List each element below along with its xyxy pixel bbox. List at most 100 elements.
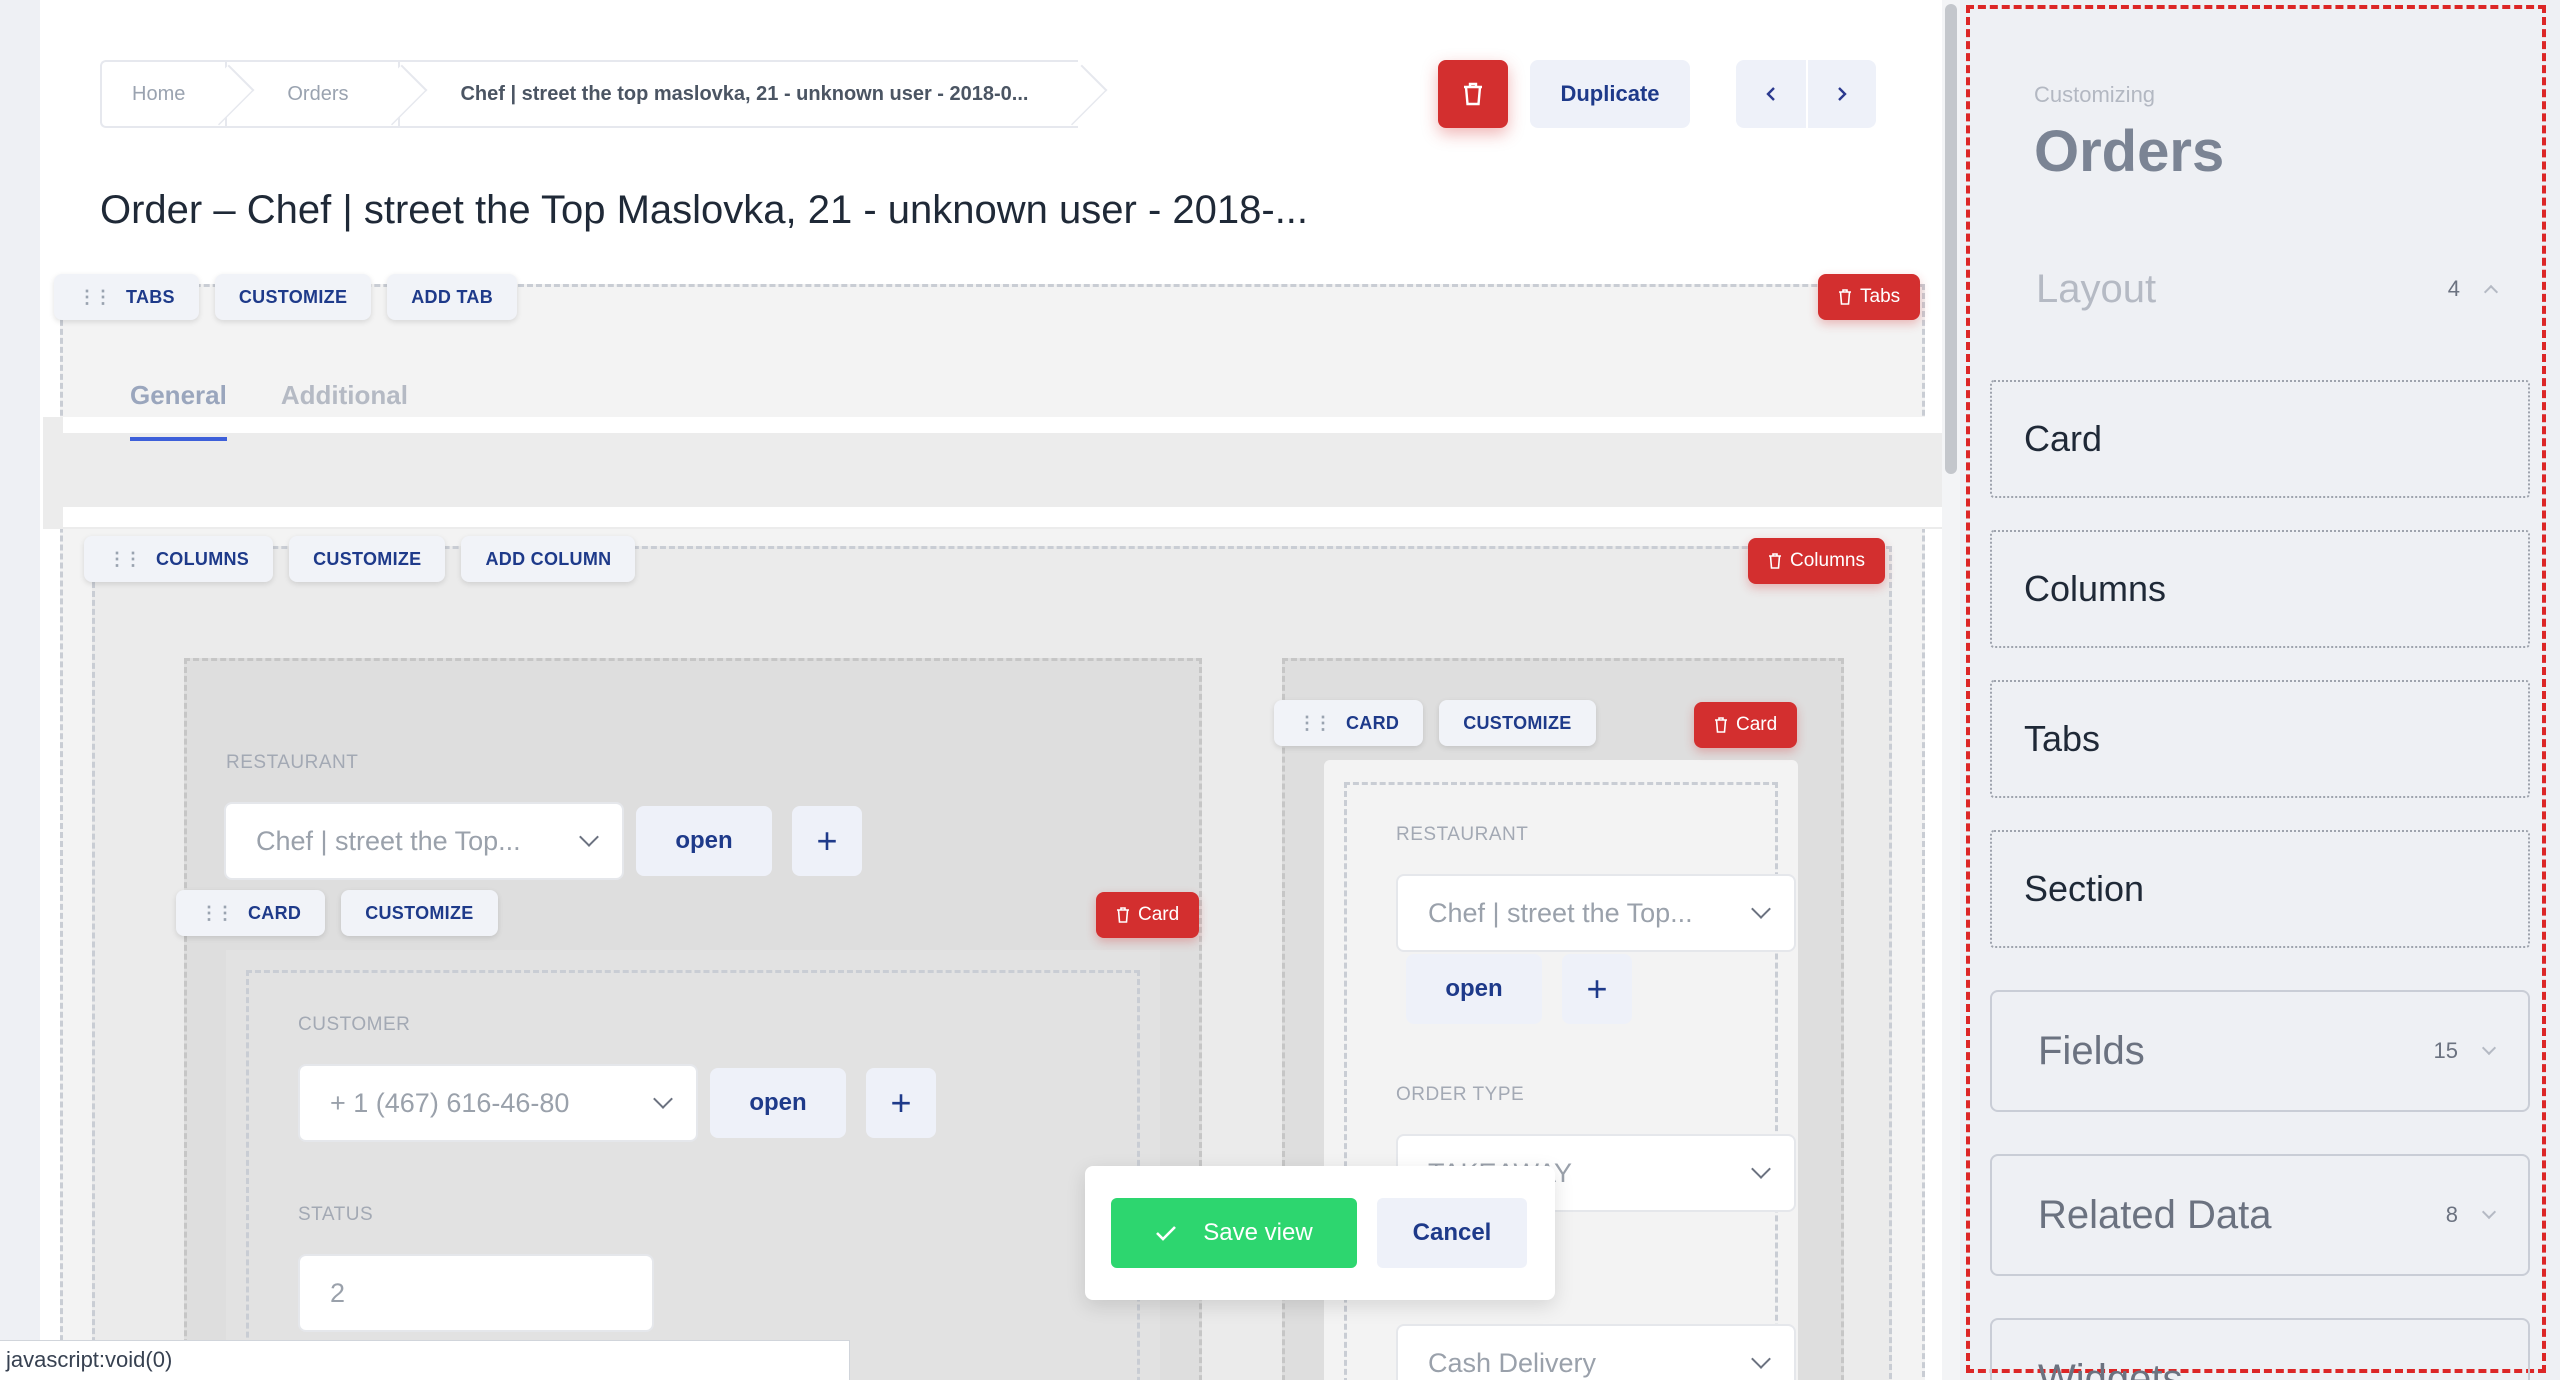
columns-tag-label: COLUMNS (156, 548, 250, 569)
tabs-tag-label: TABS (126, 286, 175, 307)
trash-icon (1715, 717, 1727, 733)
chevron-right-icon (1838, 87, 1847, 101)
layout-count-badge: 4 (2447, 276, 2460, 301)
check-icon (1156, 1226, 1177, 1241)
status-bar-url: javascript:void(0) (0, 1340, 850, 1380)
sidebar-subtitle: Customizing (2034, 82, 2156, 107)
right-restaurant-add-button[interactable]: + (1562, 954, 1632, 1024)
restaurant-select[interactable]: Chef | street the Top... (224, 802, 624, 880)
columns-customize-tag[interactable]: CUSTOMIZE (289, 536, 446, 582)
delete-record-button[interactable] (1438, 60, 1508, 128)
scrollbar-thumb[interactable] (1945, 4, 1957, 474)
plus-icon: + (890, 1082, 912, 1123)
chevron-down-icon (1751, 899, 1771, 919)
customer-label: CUSTOMER (298, 1014, 411, 1035)
card-toolbar: ⋮⋮ CARD CUSTOMIZE (176, 890, 498, 936)
chevron-down-icon (2481, 1040, 2497, 1056)
drag-handle-icon[interactable]: ⋮⋮ (200, 903, 234, 924)
chevron-left-icon (1766, 87, 1775, 101)
customer-select[interactable]: + 1 (467) 616-46-80 (298, 1064, 698, 1142)
layout-item-section[interactable]: Section (1990, 830, 2530, 948)
right-card-tag-label: CARD (1346, 712, 1400, 733)
delete-tabs-label: Tabs (1860, 286, 1901, 307)
fields-count-badge: 15 (2433, 1038, 2458, 1063)
breadcrumb-current: Chef | street the top maslovka, 21 - unk… (398, 60, 1079, 128)
customer-add-button[interactable]: + (866, 1068, 936, 1138)
delete-card-button[interactable]: Card (1096, 892, 1200, 938)
main-scrollbar[interactable] (1942, 0, 1960, 1380)
card-customize-tag[interactable]: CUSTOMIZE (341, 890, 498, 936)
right-restaurant-select[interactable]: Chef | street the Top... (1396, 874, 1796, 952)
delete-columns-label: Columns (1790, 550, 1865, 571)
related-data-section-header[interactable]: Related Data 8 (1990, 1154, 2530, 1276)
breadcrumb: Home Orders Chef | street the top maslov… (100, 60, 1079, 128)
status-label: STATUS (298, 1204, 374, 1225)
trash-icon (1839, 289, 1851, 305)
tabs-drag-tag[interactable]: ⋮⋮ TABS (54, 274, 199, 320)
trash-icon (1464, 82, 1482, 106)
drag-handle-icon[interactable]: ⋮⋮ (78, 287, 112, 308)
main-content: Home Orders Chef | street the top maslov… (40, 0, 1945, 1380)
delete-right-card-label: Card (1736, 714, 1778, 735)
tabs-customize-tag[interactable]: CUSTOMIZE (214, 274, 372, 320)
tab-list: General Additional (130, 380, 408, 441)
restaurant-add-button[interactable]: + (792, 806, 862, 876)
widgets-section-label: Widgets (2038, 1356, 2183, 1380)
page-title: Order – Chef | street the Top Maslovka, … (100, 188, 1309, 232)
related-data-count-badge: 8 (2445, 1202, 2458, 1227)
delete-right-card-button[interactable]: Card (1694, 702, 1798, 748)
delete-columns-button[interactable]: Columns (1748, 538, 1885, 584)
order-type-label: ORDER TYPE (1396, 1084, 1525, 1105)
fields-section-label: Fields (2038, 1028, 2145, 1073)
layout-section-header[interactable]: Layout 4 (1990, 234, 2530, 344)
customer-open-button[interactable]: open (710, 1068, 846, 1138)
columns-toolbar: ⋮⋮ COLUMNS CUSTOMIZE ADD COLUMN (84, 536, 636, 582)
sidebar-title: Orders (2034, 119, 2225, 184)
widgets-section-header[interactable]: Widgets (1990, 1318, 2530, 1380)
breadcrumb-orders[interactable]: Orders (225, 60, 399, 128)
restaurant-label: RESTAURANT (226, 752, 359, 773)
right-restaurant-label: RESTAURANT (1396, 824, 1529, 845)
previous-record-button[interactable] (1736, 60, 1806, 128)
save-view-button[interactable]: Save view (1111, 1198, 1357, 1268)
tab-additional[interactable]: Additional (281, 380, 408, 441)
tabs-toolbar: ⋮⋮ TABS CUSTOMIZE ADD TAB (54, 274, 518, 320)
customer-select-value: + 1 (467) 616-46-80 (330, 1087, 570, 1118)
drag-handle-icon[interactable]: ⋮⋮ (1298, 713, 1332, 734)
status-input[interactable]: 2 (298, 1254, 654, 1332)
duplicate-button[interactable]: Duplicate (1530, 60, 1690, 128)
right-card-drag-tag[interactable]: ⋮⋮ CARD (1274, 700, 1424, 746)
save-view-popup: Save view Cancel (1085, 1166, 1555, 1300)
layout-item-tabs[interactable]: Tabs (1990, 680, 2530, 798)
layout-item-card[interactable]: Card (1990, 380, 2530, 498)
chevron-up-icon (2483, 284, 2499, 300)
tab-general[interactable]: General (130, 380, 227, 441)
drag-handle-icon[interactable]: ⋮⋮ (108, 549, 142, 570)
cancel-button[interactable]: Cancel (1377, 1198, 1527, 1268)
right-restaurant-open-button[interactable]: open (1406, 954, 1542, 1024)
trash-icon (1769, 553, 1781, 569)
add-column-tag[interactable]: ADD COLUMN (461, 536, 636, 582)
next-record-button[interactable] (1806, 60, 1876, 128)
right-restaurant-select-value: Chef | street the Top... (1428, 897, 1693, 928)
breadcrumb-home[interactable]: Home (100, 60, 226, 128)
payment-select-value: Cash Delivery (1428, 1347, 1597, 1378)
chevron-down-icon (1751, 1349, 1771, 1369)
payment-select[interactable]: Cash Delivery (1396, 1324, 1796, 1380)
delete-tabs-button[interactable]: Tabs (1818, 274, 1921, 320)
card-drag-tag[interactable]: ⋮⋮ CARD (176, 890, 326, 936)
save-view-label: Save view (1203, 1219, 1313, 1246)
add-tab-tag[interactable]: ADD TAB (387, 274, 518, 320)
plus-icon: + (816, 820, 838, 861)
right-card-customize-tag[interactable]: CUSTOMIZE (1439, 700, 1596, 746)
restaurant-select-value: Chef | street the Top... (256, 825, 521, 856)
restaurant-open-button[interactable]: open (636, 806, 772, 876)
plus-icon: + (1586, 968, 1608, 1009)
layout-item-columns[interactable]: Columns (1990, 530, 2530, 648)
customize-sidebar: Customizing Orders Layout 4 Card Columns… (1962, 0, 2560, 1380)
chevron-down-icon (1751, 1159, 1771, 1179)
delete-card-label: Card (1138, 904, 1180, 925)
fields-section-header[interactable]: Fields 15 (1990, 990, 2530, 1112)
chevron-down-icon (579, 827, 599, 847)
columns-drag-tag[interactable]: ⋮⋮ COLUMNS (84, 536, 274, 582)
